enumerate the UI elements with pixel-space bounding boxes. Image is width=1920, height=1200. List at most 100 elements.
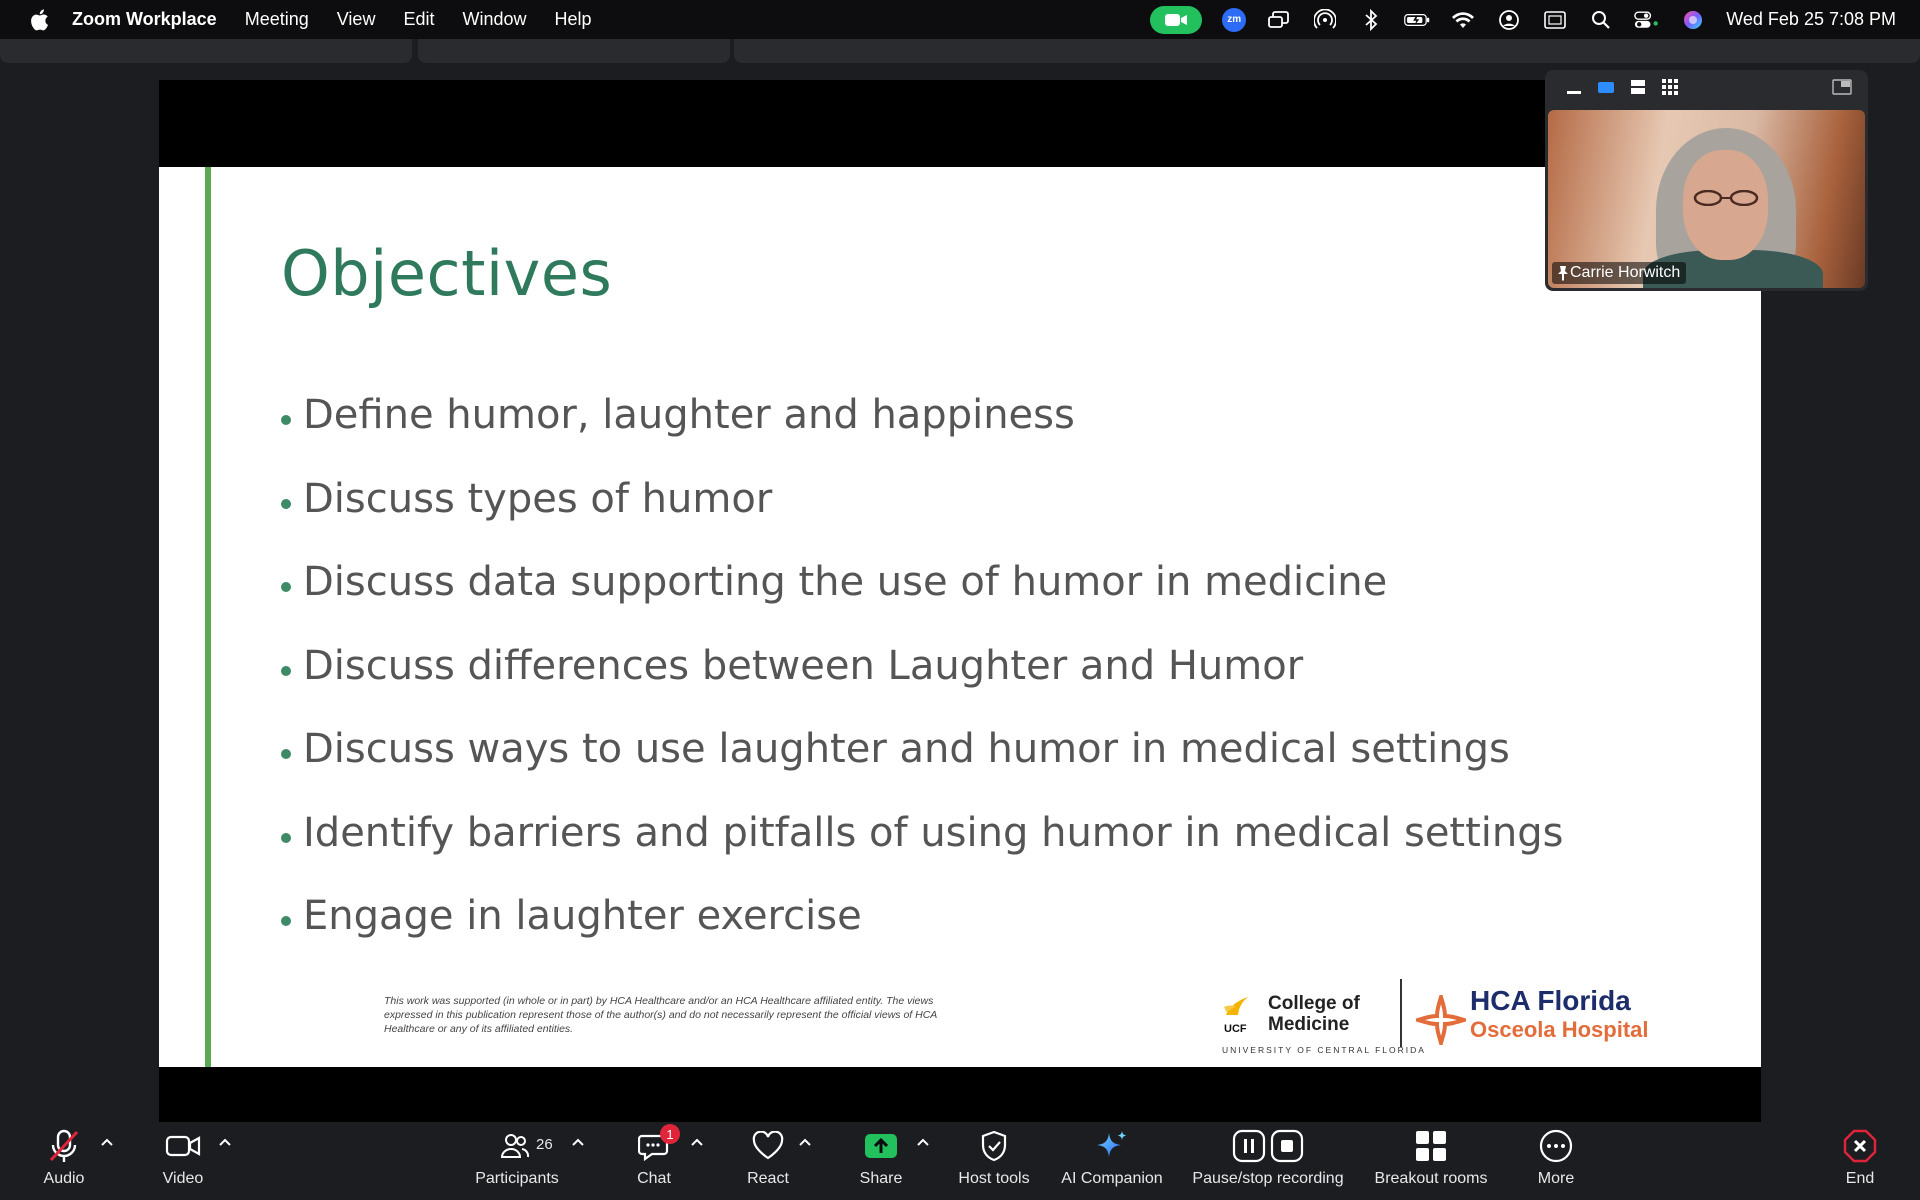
participants-label: Participants (475, 1170, 559, 1187)
slide-bullet-text: Engage in laughter exercise (303, 893, 862, 939)
wifi-icon[interactable] (1450, 9, 1476, 31)
participants-options-chevron-icon[interactable] (571, 1136, 585, 1148)
control-center-icon[interactable] (1634, 9, 1660, 31)
ucf-abbreviation: UCF (1224, 1023, 1247, 1035)
audio-label: Audio (43, 1170, 85, 1187)
slide-bullet-text: Discuss data supporting the use of humor… (303, 559, 1388, 605)
participants-icon: 26 (470, 1122, 564, 1170)
window-tab[interactable] (418, 39, 730, 63)
slide-accent-bar (205, 167, 211, 1067)
siri-icon[interactable] (1680, 9, 1706, 31)
window-tab[interactable] (0, 39, 412, 63)
presentation-slide: Objectives Define humor, laughter and ha… (159, 167, 1761, 1067)
logo-divider (1400, 979, 1402, 1047)
bullet-dot-icon (281, 582, 291, 592)
participants-button[interactable]: 26 Participants (470, 1122, 564, 1200)
user-account-icon[interactable] (1496, 9, 1522, 31)
slide-bullet: Identify barriers and pitfalls of using … (281, 810, 1564, 894)
end-meeting-button[interactable]: End (1842, 1122, 1878, 1200)
pop-out-icon[interactable] (1832, 79, 1852, 95)
airdrop-icon[interactable] (1312, 8, 1338, 31)
slide-bullet: Discuss types of humor (281, 476, 1564, 560)
share-options-chevron-icon[interactable] (916, 1136, 930, 1148)
apple-icon[interactable] (26, 7, 52, 33)
participant-name: Carrie Horwitch (1570, 264, 1681, 281)
video-options-chevron-icon[interactable] (218, 1136, 232, 1148)
share-button[interactable]: Share (856, 1122, 906, 1200)
strip-view-icon[interactable] (1629, 78, 1647, 96)
share-screen-icon (864, 1122, 898, 1170)
menu-help[interactable]: Help (555, 9, 592, 30)
hca-hospital-name: Osceola Hospital (1470, 1017, 1649, 1042)
menu-edit[interactable]: Edit (403, 9, 434, 30)
share-label: Share (859, 1170, 903, 1187)
participant-video-feed[interactable]: Carrie Horwitch (1548, 110, 1865, 288)
participants-count: 26 (536, 1136, 553, 1153)
zoom-app-icon[interactable]: zm (1222, 7, 1247, 32)
more-label: More (1537, 1170, 1575, 1187)
zoom-camera-indicator[interactable] (1150, 5, 1203, 34)
video-panel[interactable]: Carrie Horwitch (1545, 70, 1868, 291)
video-camera-icon (165, 1122, 201, 1170)
host-tools-button[interactable]: Host tools (954, 1122, 1034, 1200)
bullet-dot-icon (281, 749, 291, 759)
menu-bar: Zoom Workplace Meeting View Edit Window … (0, 0, 1920, 39)
ucf-college-name: College of Medicine (1268, 993, 1360, 1035)
react-button[interactable]: React (744, 1122, 792, 1200)
menu-bar-clock[interactable]: Wed Feb 25 7:08 PM (1726, 9, 1896, 30)
hca-star-icon (1416, 995, 1466, 1045)
menu-meeting[interactable]: Meeting (245, 9, 309, 30)
hca-name: HCA Florida (1470, 985, 1631, 1016)
window-tab-strip (0, 39, 1920, 63)
end-call-icon (1843, 1122, 1877, 1170)
slide-title: Objectives (281, 237, 613, 310)
slide-bullet: Engage in laughter exercise (281, 893, 1564, 977)
participant-glasses (1693, 190, 1759, 206)
slide-bullet: Define humor, laughter and happiness (281, 392, 1564, 476)
minimize-video-icon[interactable] (1565, 78, 1583, 96)
ucf-university-name: UNIVERSITY OF CENTRAL FLORIDA (1222, 1045, 1426, 1055)
window-tab[interactable] (734, 39, 1920, 63)
bullet-dot-icon (281, 415, 291, 425)
menu-window[interactable]: Window (462, 9, 526, 30)
pin-icon (1558, 266, 1568, 281)
audio-button[interactable]: Audio (38, 1122, 90, 1200)
menu-app-name[interactable]: Zoom Workplace (72, 9, 217, 30)
speaker-view-icon[interactable] (1597, 78, 1615, 96)
menu-view[interactable]: View (337, 9, 376, 30)
slide-disclaimer: This work was supported (in whole or in … (384, 995, 937, 1035)
chat-options-chevron-icon[interactable] (690, 1136, 704, 1148)
recording-button[interactable]: Pause/stop recording (1186, 1122, 1350, 1200)
video-label: Video (162, 1170, 204, 1187)
host-tools-label: Host tools (958, 1170, 1030, 1187)
chat-icon: 1 (638, 1122, 680, 1170)
bluetooth-icon[interactable] (1358, 8, 1384, 31)
bullet-dot-icon (281, 665, 291, 676)
screen-mirroring-icon[interactable] (1266, 9, 1292, 31)
ai-companion-button[interactable]: AI Companion (1060, 1122, 1164, 1200)
react-options-chevron-icon[interactable] (798, 1136, 812, 1148)
slide-bullet-text: Discuss types of humor (303, 475, 773, 522)
bullet-dot-icon (281, 916, 291, 926)
video-button[interactable]: Video (158, 1122, 208, 1200)
slide-bullet-text: Discuss ways to use laughter and humor i… (303, 726, 1510, 772)
battery-icon[interactable] (1404, 9, 1430, 31)
react-label: React (747, 1170, 789, 1187)
chat-button[interactable]: 1 Chat (630, 1122, 680, 1200)
slide-bullet: Discuss differences between Laughter and… (281, 643, 1564, 727)
input-source-icon[interactable] (1542, 9, 1568, 31)
ai-companion-label: AI Companion (1061, 1170, 1163, 1187)
ucf-college-line2: Medicine (1268, 1014, 1350, 1035)
gallery-view-icon[interactable] (1661, 78, 1679, 96)
more-button[interactable]: More (1532, 1122, 1580, 1200)
shared-screen: Objectives Define humor, laughter and ha… (159, 80, 1761, 1122)
ucf-college-line1: College of (1268, 993, 1360, 1014)
bullet-dot-icon (281, 832, 291, 843)
recording-label: Pause/stop recording (1192, 1170, 1344, 1187)
spotlight-search-icon[interactable] (1588, 9, 1614, 31)
breakout-rooms-button[interactable]: Breakout rooms (1372, 1122, 1490, 1200)
slide-bullet-text: Identify barriers and pitfalls of using … (303, 809, 1564, 856)
breakout-rooms-label: Breakout rooms (1374, 1170, 1488, 1187)
ucf-college-of-medicine-logo: UCF College of Medicine UNIVERSITY OF CE… (1222, 989, 1424, 1055)
audio-options-chevron-icon[interactable] (100, 1136, 114, 1148)
